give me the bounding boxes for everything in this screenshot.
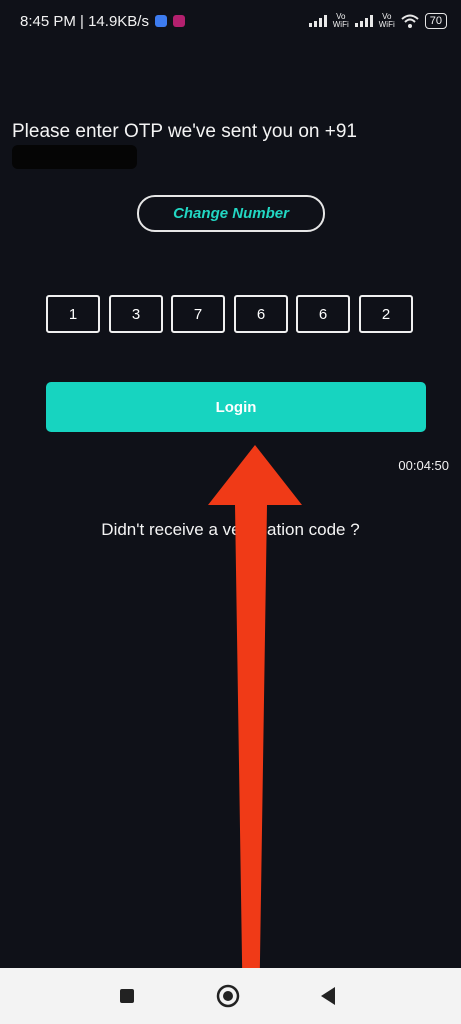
- otp-digit-3[interactable]: 7: [171, 295, 225, 333]
- status-bar: 8:45 PM | 14.9KB/s Vo WiFi Vo WiFi 70: [0, 0, 461, 42]
- otp-digit-2[interactable]: 3: [109, 295, 163, 333]
- battery-icon: 70: [424, 13, 447, 29]
- square-icon: [120, 989, 134, 1003]
- notification-app-icon: [172, 15, 185, 27]
- otp-digit-6[interactable]: 2: [359, 295, 413, 333]
- back-button[interactable]: [316, 984, 340, 1008]
- vowifi-icon: Vo WiFi: [333, 13, 349, 29]
- recent-apps-button[interactable]: [115, 984, 139, 1008]
- otp-input-row: 1 3 7 6 6 2: [46, 295, 416, 335]
- otp-digit-5[interactable]: 6: [296, 295, 350, 333]
- otp-digit-1[interactable]: 1: [46, 295, 100, 333]
- status-left: 8:45 PM | 14.9KB/s: [20, 13, 185, 30]
- home-circle-icon: [216, 984, 240, 1008]
- message-app-icon: [154, 15, 167, 27]
- change-number-button[interactable]: Change Number: [137, 195, 325, 232]
- navigation-bar: [0, 968, 461, 1024]
- resend-code-link[interactable]: Didn't receive a verification code ?: [0, 520, 461, 540]
- wifi-label: WiFi: [378, 20, 395, 29]
- signal-icon: [308, 15, 327, 27]
- status-right: Vo WiFi Vo WiFi 70: [308, 13, 447, 29]
- wifi-label: WiFi: [332, 20, 349, 29]
- wifi-icon: [401, 14, 419, 28]
- otp-digit-4[interactable]: 6: [234, 295, 288, 333]
- login-button[interactable]: Login: [46, 382, 426, 432]
- countdown-timer: 00:04:50: [398, 458, 449, 473]
- otp-message: Please enter OTP we've sent you on +91: [12, 121, 357, 142]
- signal-icon: [354, 15, 373, 27]
- vowifi-icon: Vo WiFi: [379, 13, 395, 29]
- redacted-phone-number: [12, 145, 137, 169]
- home-button[interactable]: [216, 984, 240, 1008]
- back-triangle-icon: [321, 987, 335, 1005]
- time-speed: 8:45 PM | 14.9KB/s: [20, 12, 149, 30]
